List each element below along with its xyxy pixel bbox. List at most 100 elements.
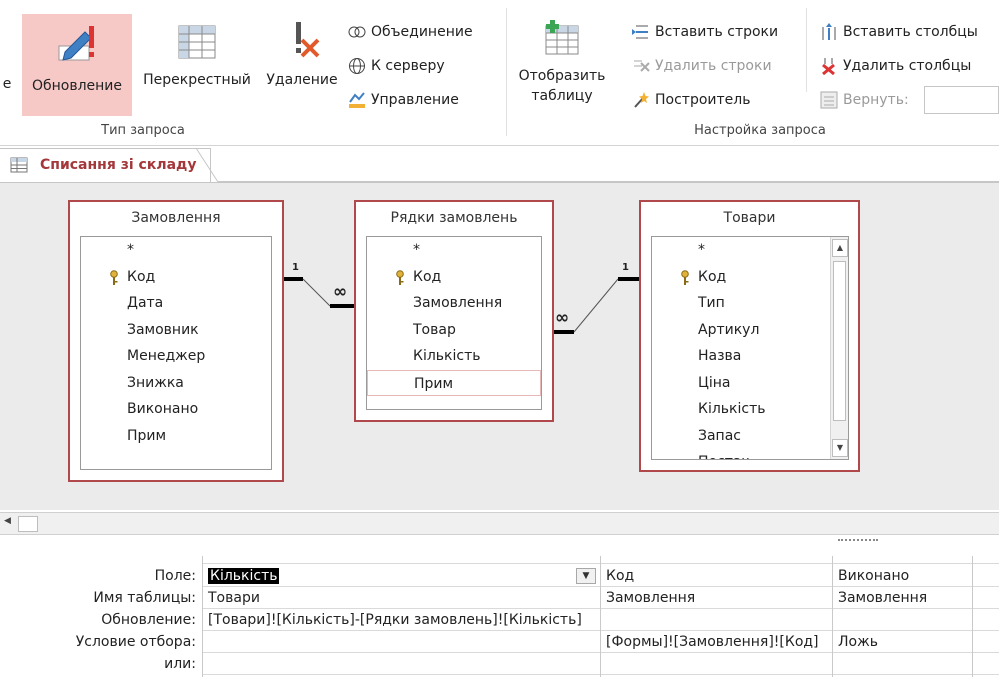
pass-through-query-button[interactable]: К серверу [348, 54, 445, 78]
grid-row-label-or: или: [164, 656, 196, 672]
field-list-item[interactable]: Виконано [81, 396, 271, 423]
group-label-query-setup: Настройка запроса [694, 123, 826, 138]
return-values-icon [820, 91, 838, 109]
scroll-down-icon[interactable]: ▼ [832, 439, 848, 457]
field-list-item-selected[interactable]: Прим [367, 369, 541, 396]
grid-column-divider [202, 556, 203, 677]
field-list-item[interactable]: Код [81, 264, 271, 291]
field-dropdown-icon[interactable]: ▼ [576, 568, 596, 584]
update-query-label: Обновление [31, 78, 123, 94]
return-values-combo[interactable] [924, 86, 999, 114]
field-list-item[interactable]: Постач [652, 449, 848, 459]
grid-cell-field[interactable]: Код [603, 566, 829, 586]
field-list-item[interactable]: * [367, 237, 541, 264]
grid-column-divider [972, 556, 973, 677]
table-title: Товари [723, 210, 776, 226]
field-list-item[interactable]: * [81, 237, 271, 264]
scroll-thumb[interactable] [833, 261, 846, 421]
return-top-values: Вернуть: [820, 88, 909, 112]
field-list-item[interactable]: Кількість [367, 343, 541, 370]
grid-column-divider [600, 556, 601, 677]
field-list-item[interactable]: Артикул [652, 317, 848, 344]
field-list-scrollbar[interactable]: ▲ ▼ [830, 237, 848, 459]
table-box-orders[interactable]: Замовлення * Код Дата Замовник Менеджер … [68, 200, 284, 482]
delete-columns-icon [820, 57, 838, 75]
field-list-item[interactable]: Ціна [652, 370, 848, 397]
design-area-horizontal-scrollbar[interactable]: ◀ [0, 512, 999, 534]
table-box-order-lines[interactable]: Рядки замовлень * Код Замовлення Товар К… [354, 200, 554, 422]
query-design-grid: Поле: Имя таблицы: Обновление: Условие о… [0, 550, 999, 677]
globe-icon [348, 57, 366, 75]
update-query-button[interactable]: Обновление [22, 14, 132, 116]
insert-columns-icon [820, 23, 838, 41]
grid-cell-update[interactable]: [Товари]![Кількість]-[Рядки замовлень]![… [205, 610, 597, 630]
insert-columns-button[interactable]: Вставить столбцы [820, 20, 978, 44]
field-list-item[interactable]: Тип [652, 290, 848, 317]
grid-cell-field[interactable]: Кількість [205, 566, 575, 586]
ribbon-separator [506, 8, 507, 136]
document-tab[interactable]: Списання зі складу [0, 148, 212, 182]
grid-cell-field[interactable]: Виконано [835, 566, 969, 586]
grid-cell-criteria[interactable] [205, 632, 597, 652]
builder-label: Построитель [655, 92, 751, 108]
delete-query-button[interactable]: Удаление [262, 14, 342, 116]
show-table-icon [545, 20, 579, 55]
pane-splitter[interactable] [0, 534, 999, 550]
grid-cell-criteria[interactable]: [Формы]![Замовлення]![Код] [603, 632, 829, 652]
ribbon-separator [806, 8, 807, 92]
scroll-thumb[interactable] [18, 516, 38, 532]
field-list-item[interactable]: Дата [81, 290, 271, 317]
query-icon [10, 157, 28, 173]
tab-slant-edge [196, 148, 219, 182]
grid-cell-criteria[interactable]: Ложь [835, 632, 969, 652]
grid-cell-table[interactable]: Замовлення [603, 588, 829, 608]
delete-rows-label: Удалить строки [655, 58, 772, 74]
pass-through-query-label: К серверу [371, 58, 445, 74]
field-list-item[interactable]: Замовник [81, 317, 271, 344]
relation-one-label: 1 [292, 262, 299, 273]
grid-cell-or[interactable] [835, 654, 969, 674]
union-query-button[interactable]: Объединение [348, 20, 473, 44]
grid-cell-table[interactable]: Товари [205, 588, 597, 608]
field-list-item[interactable]: Товар [367, 317, 541, 344]
builder-button[interactable]: Построитель [632, 88, 750, 112]
grid-cell-update[interactable] [835, 610, 969, 630]
table-title: Рядки замовлень [390, 210, 518, 226]
grid-cell-table[interactable]: Замовлення [835, 588, 969, 608]
field-list-item[interactable]: Код [652, 264, 848, 291]
insert-rows-label: Вставить строки [655, 24, 779, 40]
delete-rows-button[interactable]: Удалить строки [632, 54, 772, 78]
grid-cell-or[interactable] [603, 654, 829, 674]
field-list[interactable]: * Код Замовлення Товар Кількість Прим [366, 236, 542, 410]
grid-cell-update[interactable] [603, 610, 829, 630]
data-definition-query-button[interactable]: Управление [348, 88, 459, 112]
insert-rows-button[interactable]: Вставить строки [632, 20, 778, 44]
update-query-icon [58, 26, 94, 61]
field-list[interactable]: * Код Дата Замовник Менеджер Знижка Вико… [80, 236, 272, 470]
field-list-item[interactable]: Знижка [81, 370, 271, 397]
table-title: Замовлення [131, 210, 221, 226]
field-list-item[interactable]: Прим [81, 423, 271, 450]
delete-query-icon [296, 22, 320, 58]
field-list-item[interactable]: Кількість [652, 396, 848, 423]
field-list-item[interactable]: Код [367, 264, 541, 291]
data-definition-icon [348, 91, 366, 109]
data-definition-query-label: Управление [371, 92, 459, 108]
show-table-button[interactable]: Отобразить таблицу [510, 14, 614, 118]
union-query-label: Объединение [371, 24, 473, 40]
grid-cell-or[interactable] [205, 654, 597, 674]
field-list-item[interactable]: Менеджер [81, 343, 271, 370]
relation-one-label: 1 [622, 262, 629, 273]
scroll-left-icon[interactable]: ◀ [4, 516, 18, 532]
crosstab-query-button[interactable]: Перекрестный [134, 14, 260, 116]
field-list-item[interactable]: Назва [652, 343, 848, 370]
field-list-item[interactable]: Запас [652, 423, 848, 450]
splitter-grip[interactable] [838, 539, 878, 541]
field-list[interactable]: * Код Тип Артикул Назва Ціна Кількість З… [651, 236, 849, 460]
delete-columns-button[interactable]: Удалить столбцы [820, 54, 971, 78]
table-box-products[interactable]: Товари * Код Тип Артикул Назва Ціна Кіль… [639, 200, 860, 472]
field-list-item[interactable]: Замовлення [367, 290, 541, 317]
field-list-item[interactable]: * [652, 237, 848, 264]
scroll-up-icon[interactable]: ▲ [832, 239, 848, 257]
builder-wand-icon [632, 91, 650, 109]
